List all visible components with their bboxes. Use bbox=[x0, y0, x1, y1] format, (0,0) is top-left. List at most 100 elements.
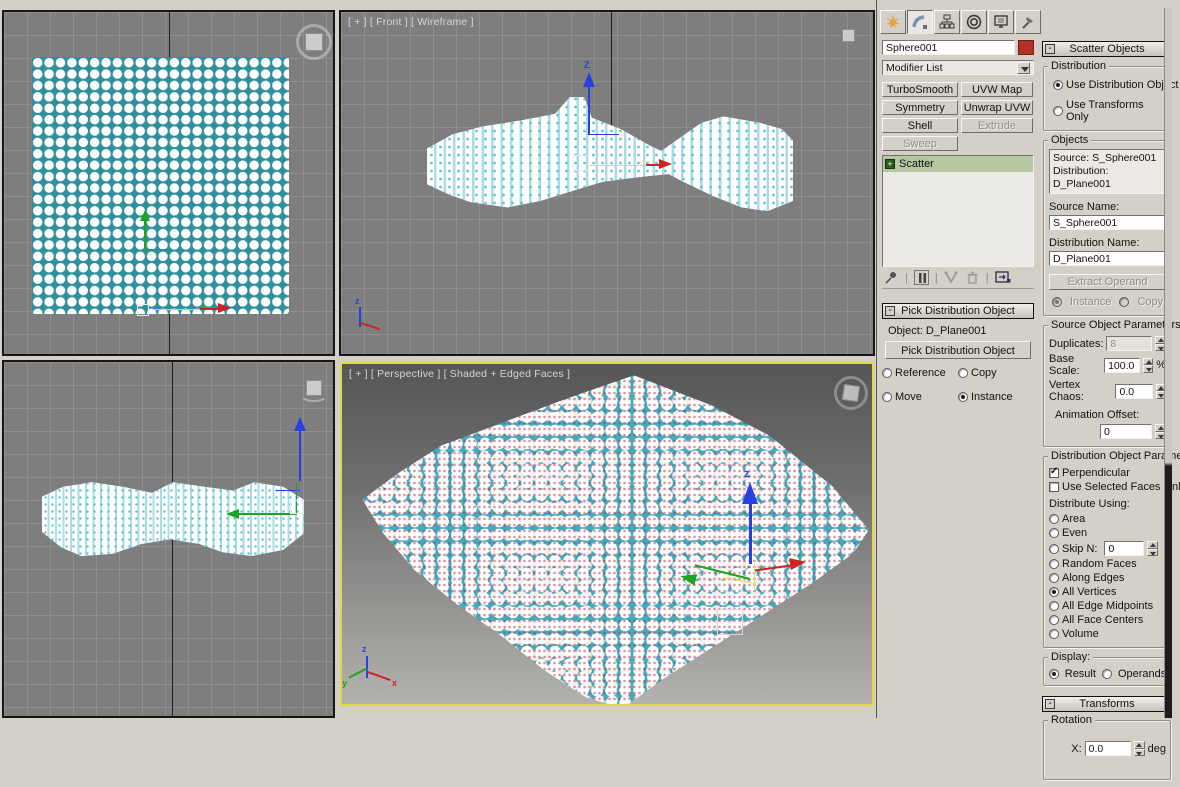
extract-operand-button: Extract Operand bbox=[1049, 274, 1166, 290]
collapse-icon[interactable]: - bbox=[1045, 699, 1055, 709]
gizmo-y-axis[interactable] bbox=[144, 220, 146, 250]
pick-distribution-object-button[interactable]: Pick Distribution Object bbox=[885, 341, 1031, 359]
gizmo-z-axis[interactable] bbox=[299, 431, 301, 481]
picked-object-label: Object: D_Plane001 bbox=[888, 325, 987, 337]
stack-expand-icon[interactable]: + bbox=[885, 159, 895, 169]
radio-even[interactable] bbox=[1049, 528, 1059, 538]
tab-display[interactable] bbox=[988, 10, 1014, 34]
world-tripod-x bbox=[367, 670, 391, 682]
modifier-button-turbosmooth[interactable]: TurboSmooth bbox=[882, 82, 958, 97]
operand-distribution[interactable]: Distribution: D_Plane001 bbox=[1053, 165, 1162, 191]
tab-hierarchy[interactable] bbox=[934, 10, 960, 34]
viewport-front[interactable]: [ + ] [ Front ] [ Wireframe ] Z z bbox=[339, 10, 875, 356]
scatter-objects-rollout-header[interactable]: - Scatter Objects bbox=[1042, 41, 1172, 57]
radio-all-edge-midpoints[interactable] bbox=[1049, 601, 1059, 611]
modifier-stack-list[interactable]: + Scatter bbox=[882, 155, 1034, 267]
animation-offset-field[interactable]: 0 bbox=[1100, 424, 1152, 439]
checkbox-use-selected-faces[interactable] bbox=[1049, 482, 1059, 492]
radio-copy[interactable] bbox=[958, 368, 968, 378]
radio-area[interactable] bbox=[1049, 514, 1059, 524]
dropdown-arrow-icon[interactable] bbox=[1017, 61, 1030, 74]
show-end-result-icon[interactable] bbox=[913, 270, 929, 285]
distribution-name-field[interactable]: D_Plane001 bbox=[1049, 251, 1166, 266]
modifier-button-symmetry[interactable]: Symmetry bbox=[882, 100, 958, 115]
operands-listbox[interactable]: Source: S_Sphere001 Distribution: D_Plan… bbox=[1049, 149, 1166, 194]
scatter-spheres-top-view[interactable] bbox=[32, 57, 289, 314]
viewport-label-front[interactable]: [ + ] [ Front ] [ Wireframe ] bbox=[348, 16, 474, 28]
collapse-icon[interactable]: - bbox=[1045, 44, 1055, 54]
viewcube-face[interactable] bbox=[305, 33, 323, 51]
collapse-icon[interactable]: - bbox=[885, 306, 895, 316]
scatter-spheres-front-view[interactable] bbox=[427, 97, 793, 212]
radio-display-result[interactable] bbox=[1048, 669, 1059, 679]
gizmo-x-line-yellow bbox=[152, 309, 200, 310]
viewport-top[interactable] bbox=[2, 10, 335, 356]
world-tripod-y bbox=[348, 667, 368, 679]
viewcube-arc bbox=[300, 388, 328, 402]
gizmo-z-arrowhead bbox=[583, 72, 595, 87]
radio-reference[interactable] bbox=[882, 368, 892, 378]
source-name-field[interactable]: S_Sphere001 bbox=[1049, 215, 1166, 230]
vertex-chaos-field[interactable]: 0.0 bbox=[1115, 383, 1153, 399]
rotation-x-spinner[interactable] bbox=[1133, 741, 1145, 756]
skip-n-field[interactable]: 0 bbox=[1104, 541, 1145, 556]
viewport-label-perspective[interactable]: [ + ] [ Perspective ] [ Shaded + Edged F… bbox=[349, 368, 570, 380]
modifier-button-uvwmap[interactable]: UVW Map bbox=[961, 82, 1033, 97]
tripod-x-label: x bbox=[392, 678, 398, 688]
configure-modifier-sets-icon[interactable] bbox=[994, 270, 1011, 285]
tab-modify[interactable] bbox=[907, 10, 933, 34]
viewcube-cube[interactable] bbox=[841, 383, 861, 403]
radio-all-vertices[interactable] bbox=[1049, 587, 1059, 597]
tab-utilities[interactable] bbox=[1015, 10, 1041, 34]
radio-use-distribution-object[interactable] bbox=[1053, 80, 1063, 90]
radio-along-edges[interactable] bbox=[1049, 573, 1059, 583]
gizmo-x-arrowhead bbox=[789, 555, 807, 571]
radio-all-face-centers[interactable] bbox=[1049, 615, 1059, 625]
radio-skip-n[interactable] bbox=[1049, 543, 1059, 554]
modifier-list-dropdown[interactable]: Modifier List bbox=[882, 60, 1034, 75]
scatter-rollout-column: - Scatter Objects Distribution Use Distr… bbox=[1042, 38, 1180, 787]
viewport-perspective[interactable]: [ + ] [ Perspective ] [ Shaded + Edged F… bbox=[340, 362, 874, 706]
scatter-spheres-left-view[interactable] bbox=[42, 482, 304, 556]
panel-scrollbar[interactable] bbox=[1164, 8, 1172, 718]
pin-stack-icon[interactable] bbox=[884, 270, 899, 285]
gizmo-z-arrowhead bbox=[294, 417, 306, 431]
gizmo-x-line-yellow bbox=[588, 165, 646, 166]
gizmo-z-axis[interactable] bbox=[588, 87, 590, 135]
radio-display-operands[interactable] bbox=[1101, 669, 1112, 679]
radio-move[interactable] bbox=[882, 392, 892, 402]
base-scale-spinner[interactable] bbox=[1143, 357, 1154, 373]
command-panel: Sphere001 Modifier List TurboSmooth UVW … bbox=[876, 0, 1180, 780]
gizmo-y-axis[interactable] bbox=[239, 513, 297, 515]
checkbox-perpendicular[interactable]: ✓ bbox=[1049, 466, 1059, 478]
tab-motion[interactable] bbox=[961, 10, 987, 34]
gizmo-xy-line bbox=[145, 249, 171, 250]
gizmo-z-label: z bbox=[744, 468, 750, 480]
selection-bracket bbox=[290, 500, 304, 514]
pick-distribution-rollout-header[interactable]: - Pick Distribution Object bbox=[882, 303, 1034, 319]
modifier-button-shell[interactable]: Shell bbox=[882, 118, 958, 133]
operand-source[interactable]: Source: S_Sphere001 bbox=[1053, 152, 1162, 165]
viewcube-mini[interactable] bbox=[842, 29, 855, 42]
rotation-x-field[interactable]: 0.0 bbox=[1084, 741, 1131, 756]
radio-instance[interactable] bbox=[958, 392, 968, 402]
object-name-field[interactable]: Sphere001 bbox=[882, 40, 1015, 55]
radio-extract-copy bbox=[1119, 297, 1130, 307]
modifier-stack-row-scatter[interactable]: + Scatter bbox=[883, 156, 1033, 172]
radio-volume[interactable] bbox=[1049, 629, 1059, 639]
skip-n-spinner[interactable] bbox=[1147, 541, 1159, 556]
tab-create[interactable] bbox=[880, 10, 906, 34]
modifier-button-unwrapuvw[interactable]: Unwrap UVW bbox=[961, 100, 1033, 115]
scatter-spheres-perspective[interactable] bbox=[362, 375, 869, 704]
radio-random-faces[interactable] bbox=[1049, 559, 1059, 569]
base-scale-field[interactable]: 100.0 bbox=[1104, 357, 1141, 373]
radio-use-transforms-only[interactable] bbox=[1053, 106, 1063, 116]
gizmo-z-axis[interactable] bbox=[749, 504, 752, 564]
tripod-z-label: z bbox=[355, 296, 360, 306]
gizmo-x-axis[interactable] bbox=[200, 308, 218, 310]
display-icon bbox=[994, 15, 1008, 28]
transforms-rollout-header[interactable]: - Transforms bbox=[1042, 696, 1172, 712]
viewport-left[interactable] bbox=[2, 360, 335, 718]
object-color-swatch[interactable] bbox=[1018, 40, 1034, 55]
gizmo-x-axis[interactable] bbox=[646, 164, 659, 166]
